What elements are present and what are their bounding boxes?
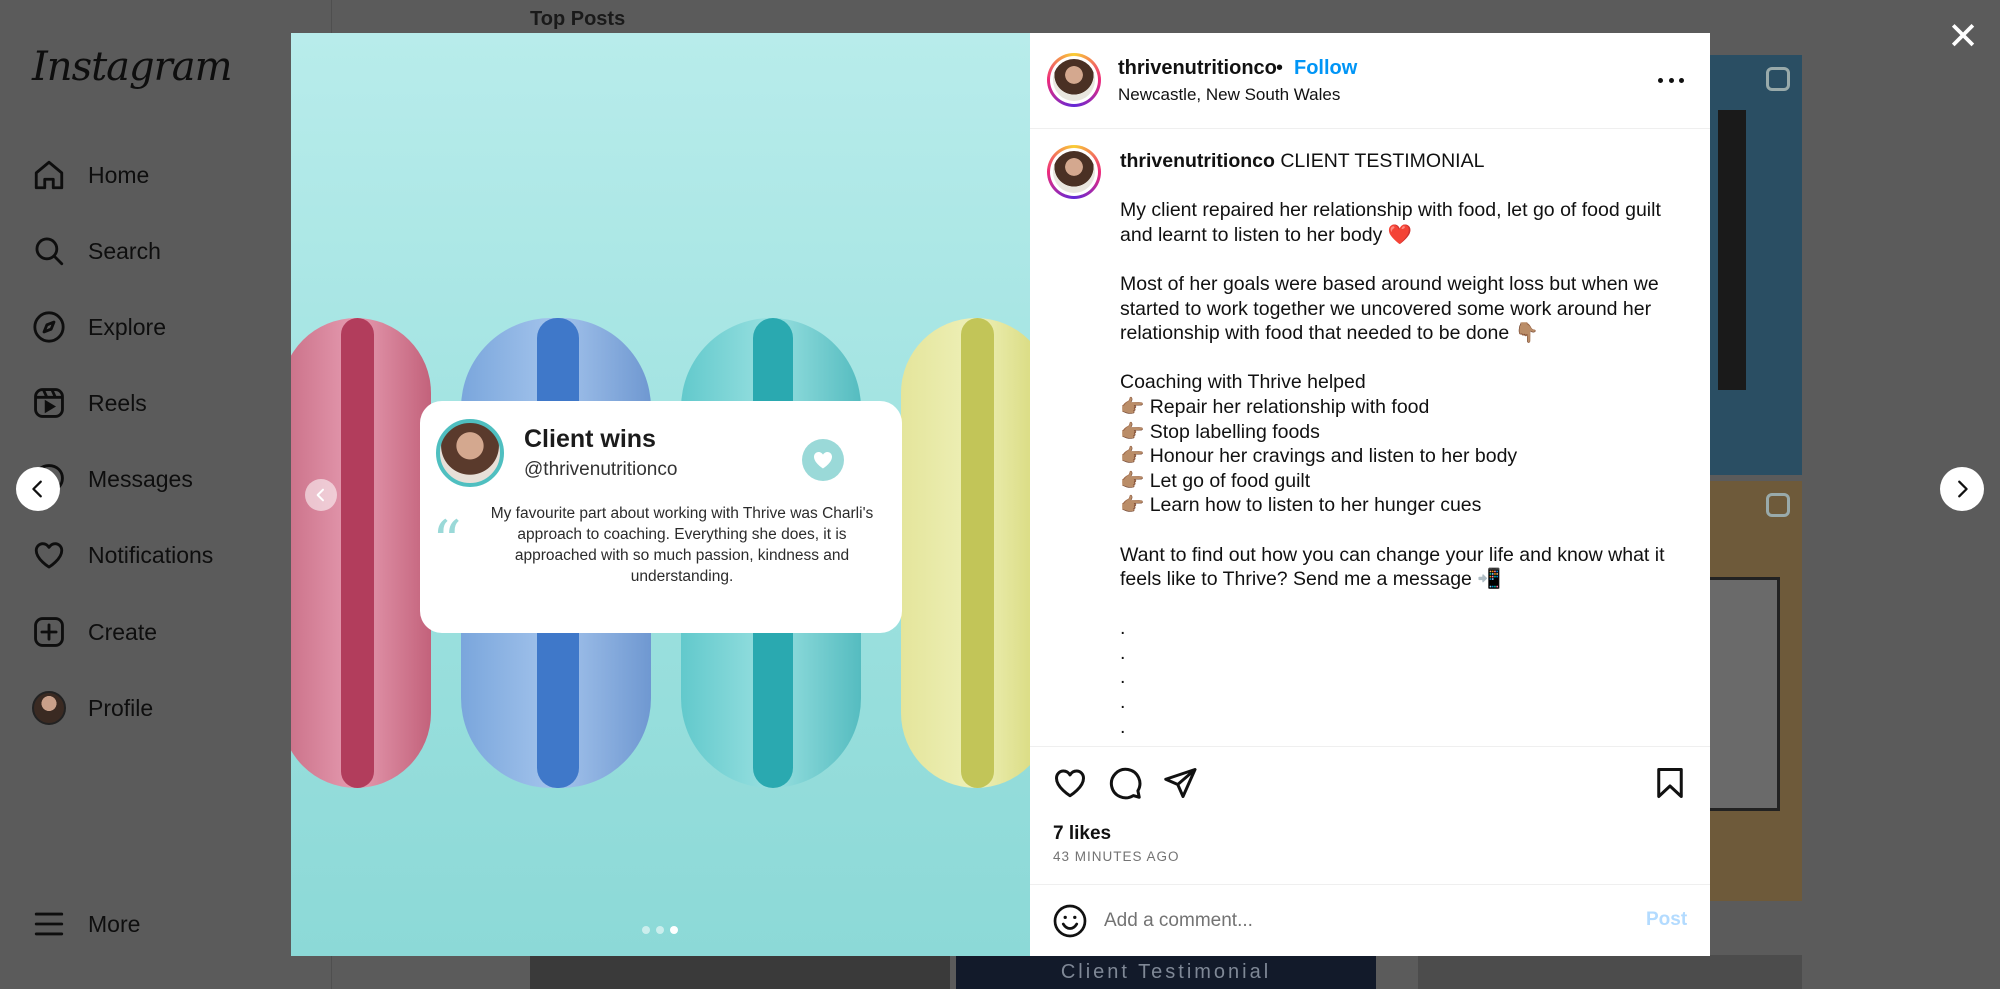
separator-dot: • — [1276, 57, 1284, 79]
chevron-right-icon — [1958, 480, 1968, 498]
sidebar-item-label: Messages — [88, 465, 193, 492]
tile-caption: Client Testimonial — [1060, 961, 1272, 983]
avatar — [436, 419, 504, 487]
comment-button[interactable] — [1107, 765, 1143, 801]
send-icon — [1164, 768, 1197, 798]
macaron-image — [901, 318, 1030, 788]
caption: thrivenutritionco CLIENT TESTIMONIAL My … — [1120, 149, 1680, 739]
sidebar-item-label: More — [88, 910, 141, 937]
sidebar-item-label: Reels — [88, 389, 147, 416]
carousel-previous-button[interactable] — [305, 479, 337, 511]
post-modal: Client wins @thrivenutritionco “ My favo… — [291, 33, 1710, 956]
carousel-dot-active — [670, 926, 678, 934]
avatar[interactable] — [1047, 145, 1101, 199]
post-panel: thrivenutritionco • Follow Newcastle, Ne… — [1030, 33, 1710, 956]
sidebar-item-label: Explore — [88, 313, 166, 340]
sidebar-item-reels[interactable]: Reels — [32, 375, 147, 431]
carousel-indicator — [642, 926, 678, 934]
carousel-dot — [642, 926, 650, 934]
post-timestamp[interactable]: 43 MINUTES AGO — [1053, 849, 1180, 864]
caption-text: My client repaired her relationship with… — [1120, 199, 1665, 738]
post-location[interactable]: Newcastle, New South Wales — [1118, 85, 1340, 105]
post-media[interactable]: Client wins @thrivenutritionco “ My favo… — [291, 33, 1030, 956]
previous-post-button[interactable] — [16, 467, 60, 511]
heart-icon — [802, 439, 844, 481]
more-options-icon[interactable] — [1658, 67, 1684, 93]
reels-icon — [1766, 493, 1790, 517]
macaron-image — [291, 318, 431, 788]
search-icon — [35, 237, 64, 266]
post-username[interactable]: thrivenutritionco — [1118, 57, 1277, 80]
sidebar-item-label: Create — [88, 618, 158, 645]
sidebar-item-profile[interactable]: Profile — [32, 680, 153, 736]
avatar[interactable] — [1047, 53, 1101, 107]
grid-post-tile[interactable]: Client Testimonial — [956, 955, 1376, 989]
bookmark-icon — [1657, 768, 1683, 798]
home-icon — [34, 160, 64, 190]
sidebar-item-notifications[interactable]: Notifications — [32, 527, 213, 583]
grid-post-tile[interactable] — [530, 955, 950, 989]
quote-mark-icon: “ — [432, 508, 462, 576]
sidebar-item-home[interactable]: Home — [32, 147, 149, 203]
reels-icon — [34, 388, 64, 418]
sidebar-item-label: Search — [88, 237, 161, 264]
post-comment-button[interactable]: Post — [1646, 909, 1687, 931]
sidebar-item-explore[interactable]: Explore — [32, 299, 166, 355]
chevron-left-icon — [32, 480, 42, 498]
comment-input[interactable] — [1104, 901, 1624, 941]
close-icon[interactable]: ✕ — [1946, 18, 1980, 56]
sidebar-item-more[interactable]: More — [32, 896, 140, 952]
card-handle: @thrivenutritionco — [524, 459, 678, 480]
sidebar-item-label: Home — [88, 161, 150, 188]
instagram-logo[interactable]: Instagram — [32, 44, 233, 90]
grid-post-tile[interactable] — [1418, 955, 1802, 989]
card-quote: My favourite part about working with Thr… — [490, 505, 874, 585]
post-header: thrivenutritionco • Follow Newcastle, Ne… — [1030, 33, 1710, 129]
sidebar-item-label: Notifications — [88, 541, 214, 568]
caption-username[interactable]: thrivenutritionco — [1120, 150, 1275, 172]
sidebar-item-search[interactable]: Search — [32, 223, 161, 279]
compass-icon — [33, 311, 65, 343]
carousel-dot — [656, 926, 664, 934]
reels-icon — [1766, 67, 1790, 91]
plus-square-icon — [34, 617, 64, 647]
follow-button[interactable]: Follow — [1294, 57, 1357, 80]
testimonial-card: Client wins @thrivenutritionco “ My favo… — [420, 401, 902, 633]
card-title: Client wins — [524, 425, 656, 453]
emoji-button[interactable] — [1052, 903, 1088, 939]
save-button[interactable] — [1652, 765, 1688, 801]
caption-area: thrivenutritionco CLIENT TESTIMONIAL My … — [1030, 129, 1710, 746]
section-title: Top Posts — [530, 8, 626, 30]
caption-headline: CLIENT TESTIMONIAL — [1280, 150, 1485, 172]
sidebar-item-label: Profile — [88, 694, 154, 721]
next-post-button[interactable] — [1940, 467, 1984, 511]
chevron-left-icon — [316, 488, 324, 502]
sidebar-item-create[interactable]: Create — [32, 604, 157, 660]
share-button[interactable] — [1162, 765, 1198, 801]
heart-icon — [1055, 769, 1085, 798]
comment-icon — [1109, 767, 1142, 800]
tile-image — [1718, 110, 1746, 390]
avatar — [32, 691, 66, 725]
comment-bar: Post — [1030, 884, 1710, 956]
smiley-icon — [1053, 904, 1087, 938]
post-actions: 7 likes 43 MINUTES AGO — [1030, 746, 1710, 884]
hamburger-menu-icon — [34, 912, 64, 936]
like-button[interactable] — [1052, 765, 1088, 801]
like-count[interactable]: 7 likes — [1053, 823, 1111, 845]
heart-icon — [34, 542, 64, 569]
